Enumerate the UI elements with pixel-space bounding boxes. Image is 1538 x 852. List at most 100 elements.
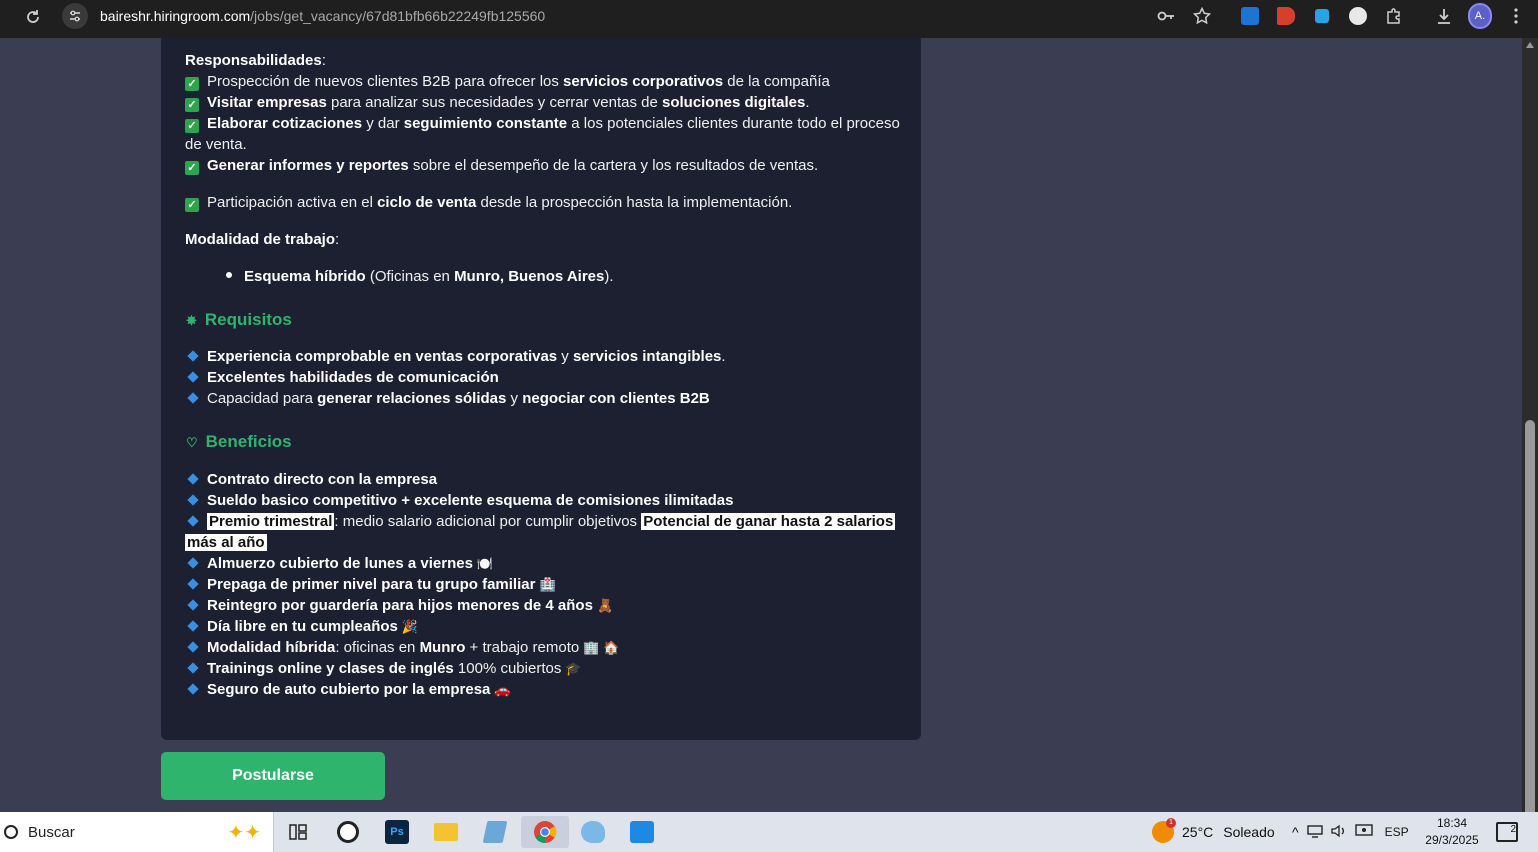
photoshop-icon[interactable]: Ps (381, 816, 413, 848)
blue-diamond-icon (187, 494, 199, 506)
clock-time: 18:34 (1436, 816, 1468, 830)
list-item: Modalidad híbrida: oficinas en Munro + t… (185, 637, 619, 658)
extension-square-icon[interactable] (1310, 4, 1334, 28)
chevron-up-icon[interactable]: ^ (1292, 824, 1299, 840)
blue-diamond-icon (187, 641, 199, 653)
blue-diamond-icon (187, 683, 199, 695)
browser-toolbar: baireshr.hiringroom.com/jobs/get_vacancy… (0, 0, 1538, 38)
sun-weather-icon: 1 (1152, 818, 1176, 843)
page-scrollbar[interactable] (1522, 38, 1538, 830)
check-icon: ✓ (185, 161, 199, 175)
list-item: Reintegro por guardería para hijos menor… (185, 595, 613, 616)
list-item: Esquema híbrido (Oficinas en Munro, Buen… (226, 266, 614, 287)
list-item: Día libre en tu cumpleaños 🎉 (185, 616, 418, 637)
check-icon: ✓ (185, 98, 199, 112)
list-item: ✓ Generar informes y reportes sobre el de… (185, 155, 818, 176)
weather-desc: Soleado (1223, 824, 1275, 840)
blue-diamond-icon (187, 350, 199, 362)
photos-icon[interactable] (626, 816, 658, 848)
blue-diamond-icon (187, 557, 199, 569)
search-label: Buscar (28, 823, 75, 841)
paint-icon[interactable] (577, 816, 609, 848)
scroll-up-icon[interactable] (1526, 42, 1534, 48)
car-icon: 🚗 (494, 682, 511, 697)
blue-diamond-icon (187, 392, 199, 404)
list-item-continuation: más al año (185, 534, 267, 551)
extension-megaphone-icon[interactable] (1274, 4, 1298, 28)
list-item: Prepaga de primer nivel para tu grupo fa… (185, 574, 556, 595)
blue-diamond-icon (187, 515, 199, 527)
list-item: Excelentes habilidades de comunicación (185, 367, 499, 388)
graduation-cap-icon: 🎓 (565, 661, 582, 676)
address-bar[interactable]: baireshr.hiringroom.com/jobs/get_vacancy… (56, 0, 545, 32)
plate-icon: 🍽️ (476, 556, 494, 571)
key-icon[interactable] (1154, 4, 1178, 28)
app-icon-blue[interactable] (479, 816, 511, 848)
sparkle-icon: ✸ (186, 313, 197, 328)
search-icon (4, 825, 18, 839)
list-item: Almuerzo cubierto de lunes a viernes 🍽️ (185, 553, 493, 574)
teddy-bear-icon: 🧸 (596, 598, 614, 613)
download-icon[interactable] (1432, 4, 1456, 28)
app-icon-generic[interactable] (332, 816, 364, 848)
blue-diamond-icon (187, 620, 199, 632)
chrome-icon[interactable] (521, 816, 569, 848)
reload-icon[interactable] (22, 6, 44, 28)
postularse-button[interactable]: Postularse (161, 752, 385, 800)
check-icon: ✓ (185, 77, 199, 91)
toolbar-icons: A. (1148, 0, 1538, 32)
system-tray: ^ ESP (1292, 812, 1409, 852)
blue-diamond-icon (187, 371, 199, 383)
blue-diamond-icon (187, 473, 199, 485)
extension-w-icon[interactable] (1346, 4, 1370, 28)
list-item: Capacidad para generar relaciones sólida… (185, 388, 710, 409)
list-item-continuation: de venta. (185, 136, 247, 153)
list-item: Seguro de auto cubierto por la empresa 🚗 (185, 679, 511, 700)
office-home-icon: 🏢 🏠 (583, 640, 620, 655)
requisitos-heading: ✸ Requisitos (186, 310, 292, 329)
url-host: baireshr.hiringroom.com (100, 8, 251, 24)
beneficios-heading: ♡ Beneficios (186, 432, 292, 451)
windows-taskbar: Buscar ✦✦ Ps 1 25°C Soleado ^ ESP 18:34 … (0, 812, 1538, 852)
list-item: ✓ Prospección de nuevos clientes B2B para… (185, 71, 830, 92)
clock-date: 29/3/2025 (1425, 833, 1479, 847)
heart-icon: ♡ (186, 435, 198, 450)
site-settings-icon[interactable] (62, 3, 88, 29)
clock[interactable]: 18:34 29/3/2025 (1420, 815, 1484, 849)
list-item: ✓ Visitar empresas para analizar sus nece… (185, 92, 810, 113)
list-item: Trainings online y clases de inglés 100%… (185, 658, 582, 679)
check-icon: ✓ (185, 198, 199, 212)
blue-diamond-icon (187, 662, 199, 674)
language-indicator[interactable]: ESP (1385, 825, 1409, 839)
list-item: Experiencia comprobable en ventas corpor… (185, 346, 726, 367)
check-icon: ✓ (185, 119, 199, 133)
scroll-down-icon[interactable] (1526, 802, 1534, 808)
list-item: ✓ Participación activa en el ciclo de ven… (185, 192, 792, 213)
list-item: Premio trimestral: medio salario adicion… (185, 511, 896, 532)
taskbar-search[interactable]: Buscar ✦✦ (0, 812, 274, 852)
bullet-icon (226, 272, 232, 278)
file-explorer-icon[interactable] (430, 816, 462, 848)
display-icon[interactable] (1354, 823, 1373, 841)
party-popper-icon: 🎉 (401, 619, 419, 634)
url-path: /jobs/get_vacancy/67d81bfb66b22249fb1255… (250, 8, 546, 24)
network-icon[interactable] (1306, 824, 1323, 841)
volume-icon[interactable] (1330, 824, 1347, 841)
menu-kebab-icon[interactable] (1504, 4, 1528, 28)
notification-icon[interactable]: 2 (1496, 822, 1518, 842)
profile-avatar[interactable]: A. (1468, 3, 1492, 29)
task-view-icon[interactable] (282, 816, 314, 848)
scrollbar-thumb[interactable] (1525, 420, 1535, 830)
extension-s-icon[interactable] (1238, 4, 1262, 28)
copilot-sparkle-icon: ✦✦ (227, 822, 261, 844)
hospital-icon: 🏥 (539, 577, 556, 592)
list-item: Sueldo basico competitivo + excelente es… (185, 490, 733, 511)
extensions-puzzle-icon[interactable] (1382, 4, 1406, 28)
weather-widget[interactable]: 1 25°C Soleado (1152, 812, 1275, 852)
list-item: ✓ Elaborar cotizaciones y dar seguimiento… (185, 113, 900, 134)
list-item: Contrato directo con la empresa (185, 469, 437, 490)
modalidad-title: Modalidad de trabajo: (185, 231, 340, 248)
responsabilidades-title: Responsabilidades: (185, 52, 326, 69)
bookmark-star-icon[interactable] (1190, 4, 1214, 28)
weather-temp: 25°C (1182, 824, 1214, 840)
